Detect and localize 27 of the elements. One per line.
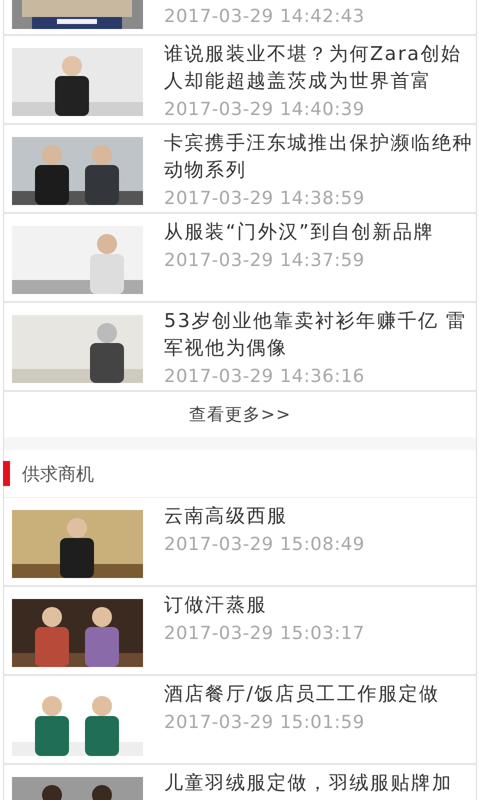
supply-item[interactable]: 酒店餐厅/饭店员工工作服定做 2017-03-29 15:01:59 [4, 676, 476, 765]
supply-title: 酒店餐厅/饭店员工工作服定做 [164, 682, 441, 707]
news-time: 2017-03-29 14:38:59 [164, 187, 366, 211]
news-title: 53岁创业他靠卖衬衫年赚千亿 雷军视他为偶像 [164, 309, 468, 361]
news-title: 卡宾携手汪东城推出保护濒临绝种动物系列 [164, 131, 474, 183]
supply-item[interactable]: 订做汗蒸服 2017-03-29 15:03:17 [4, 587, 476, 676]
news-item[interactable]: 53岁创业他靠卖衬衫年赚千亿 雷军视他为偶像 2017-03-29 14:36:16 [4, 303, 476, 392]
section-heading: 供求商机 [22, 462, 94, 486]
news-item[interactable]: 谁说服装业不堪？为何Zara创始人却能超越盖茨成为世界首富 2017-03-29 14:40:39 [4, 36, 476, 125]
supply-title: 订做汗蒸服 [164, 593, 268, 618]
supply-time: 2017-03-29 15:08:49 [164, 533, 366, 557]
supply-item[interactable]: 儿童羽绒服定做，羽绒服贴牌加 [4, 765, 476, 800]
news-time: 2017-03-29 14:36:16 [164, 365, 366, 389]
news-time: 2017-03-29 14:40:39 [164, 98, 366, 122]
supply-item[interactable]: 云南高级西服 2017-03-29 15:08:49 [4, 498, 476, 587]
news-title: 谁说服装业不堪？为何Zara创始人却能超越盖茨成为世界首富 [164, 42, 463, 94]
supply-title: 儿童羽绒服定做，羽绒服贴牌加 [164, 771, 454, 796]
news-time: 2017-03-29 14:42:43 [164, 5, 366, 29]
section-marker [3, 461, 10, 486]
supply-time: 2017-03-29 15:01:59 [164, 711, 366, 735]
news-time: 2017-03-29 14:37:59 [164, 249, 366, 273]
supply-time: 2017-03-29 15:03:17 [164, 622, 366, 646]
supply-title: 云南高级西服 [164, 504, 289, 529]
news-title: 从服装“门外汉”到自创新品牌 [164, 220, 436, 245]
news-item[interactable]: 从服装“门外汉”到自创新品牌 2017-03-29 14:37:59 [4, 214, 476, 303]
view-more-link[interactable]: 查看更多>> [188, 403, 292, 426]
news-item[interactable]: 卡宾携手汪东城推出保护濒临绝种动物系列 2017-03-29 14:38:59 [4, 125, 476, 214]
